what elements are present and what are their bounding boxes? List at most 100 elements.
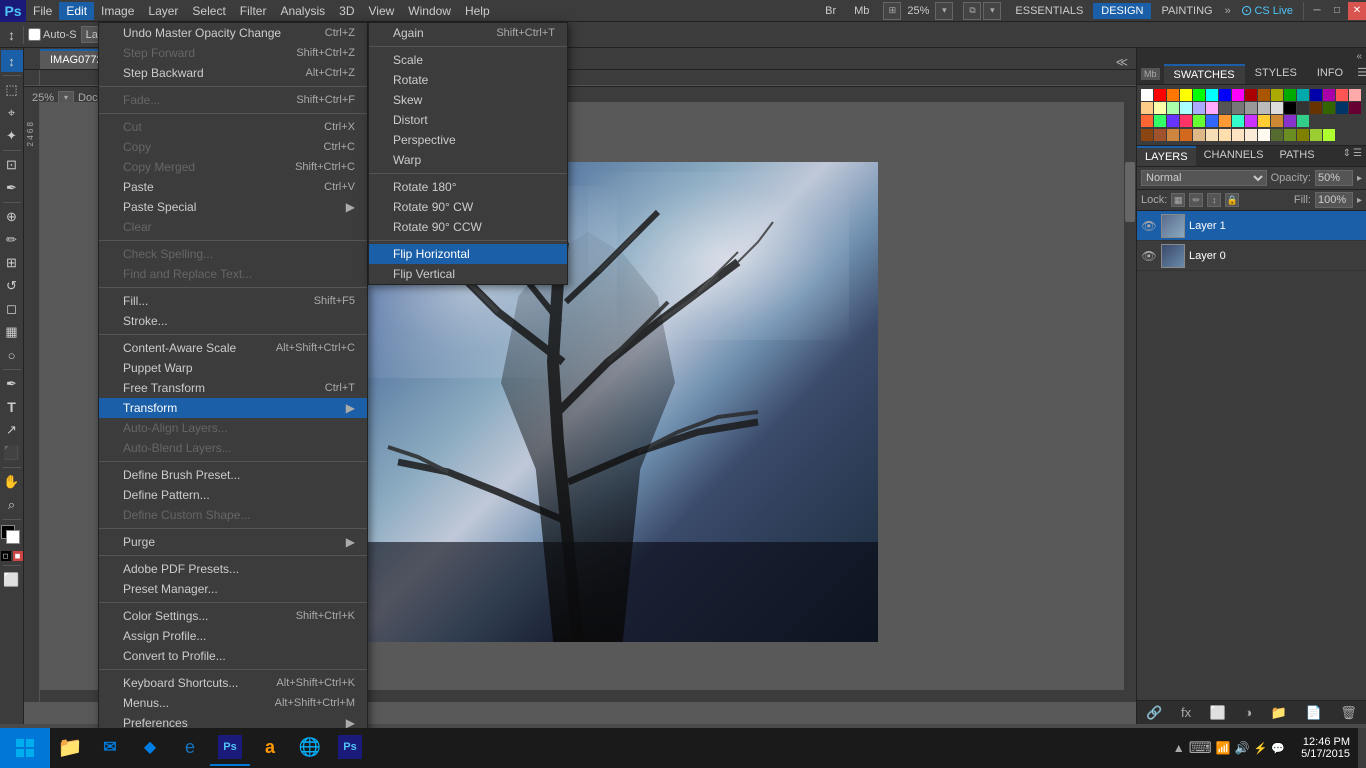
tool-move[interactable]: ↕: [1, 50, 23, 72]
menu-fill[interactable]: Fill... Shift+F5: [99, 291, 367, 311]
transform-flip-v[interactable]: Flip Vertical: [369, 264, 567, 284]
tab-layers[interactable]: LAYERS: [1137, 146, 1196, 166]
scrollbar-v-thumb[interactable]: [1125, 162, 1135, 222]
network-icon[interactable]: 📶: [1216, 741, 1231, 755]
tool-history[interactable]: ↺: [1, 275, 23, 297]
layer-adjustment-icon[interactable]: ◑: [1238, 703, 1258, 722]
menu-copy[interactable]: Copy Ctrl+C: [99, 137, 367, 157]
swatch-yellow-green[interactable]: [1310, 129, 1322, 141]
tray-arrow-icon[interactable]: ▲: [1173, 741, 1185, 755]
zoom-icon[interactable]: ▾: [935, 2, 953, 20]
swatch-peru[interactable]: [1167, 129, 1179, 141]
menu-content-aware[interactable]: Content-Aware Scale Alt+Shift+Ctrl+C: [99, 338, 367, 358]
tool-type[interactable]: T: [1, 396, 23, 418]
swatch-floral[interactable]: [1258, 129, 1270, 141]
menu-analysis[interactable]: Analysis: [273, 2, 332, 20]
panel-collapse-icon[interactable]: «: [1356, 51, 1362, 62]
layer-mask-icon[interactable]: ⬜: [1204, 703, 1232, 723]
swatch-pink[interactable]: [1349, 89, 1361, 101]
transform-perspective[interactable]: Perspective: [369, 130, 567, 150]
menu-purge[interactable]: Purge ▶: [99, 532, 367, 552]
scrollbar-vertical[interactable]: [1124, 102, 1136, 690]
layer-eye-1[interactable]: 👁: [1141, 218, 1157, 234]
menu-color-settings[interactable]: Color Settings... Shift+Ctrl+K: [99, 606, 367, 626]
menu-step-forward[interactable]: Step Forward Shift+Ctrl+Z: [99, 43, 367, 63]
tool-gradient[interactable]: ▦: [1, 321, 23, 343]
tab-paths[interactable]: PATHS: [1272, 146, 1323, 166]
menu-keyboard-shortcuts[interactable]: Keyboard Shortcuts... Alt+Shift+Ctrl+K: [99, 673, 367, 693]
arrange-icon[interactable]: ⧉: [963, 2, 981, 20]
swatch-gold[interactable]: [1219, 115, 1231, 127]
volume-icon[interactable]: 🔊: [1235, 741, 1250, 755]
menu-define-pattern[interactable]: Define Pattern...: [99, 485, 367, 505]
auto-select-checkbox[interactable]: [28, 28, 41, 41]
layers-panel-menu-icon[interactable]: ☰: [1353, 148, 1362, 164]
background-color[interactable]: [6, 530, 20, 544]
swatch-light-yellow[interactable]: [1154, 102, 1166, 114]
menu-convert-profile[interactable]: Convert to Profile...: [99, 646, 367, 666]
tool-path[interactable]: ↗: [1, 419, 23, 441]
swatch-aqua[interactable]: [1232, 115, 1244, 127]
menu-assign-profile[interactable]: Assign Profile...: [99, 626, 367, 646]
swatch-red[interactable]: [1154, 89, 1166, 101]
lock-all-icon[interactable]: 🔒: [1225, 193, 1239, 207]
swatch-light-cyan[interactable]: [1180, 102, 1192, 114]
swatch-peach[interactable]: [1141, 102, 1153, 114]
menu-clear[interactable]: Clear: [99, 217, 367, 237]
swatch-tan[interactable]: [1271, 115, 1283, 127]
action-center-icon[interactable]: 💬: [1271, 742, 1285, 755]
menu-preset-manager[interactable]: Preset Manager...: [99, 579, 367, 599]
swatch-rose[interactable]: [1180, 115, 1192, 127]
tool-eyedropper[interactable]: ✒: [1, 177, 23, 199]
swatch-dark-olive[interactable]: [1271, 129, 1283, 141]
menu-find-replace[interactable]: Find and Replace Text...: [99, 264, 367, 284]
opacity-arrow-icon[interactable]: ▸: [1357, 173, 1362, 184]
taskbar-explorer[interactable]: 📁: [50, 730, 90, 766]
tool-heal[interactable]: ⊕: [1, 206, 23, 228]
grid-icon[interactable]: ⊞: [883, 2, 901, 20]
tool-pen[interactable]: ✒: [1, 373, 23, 395]
swatch-navy[interactable]: [1336, 102, 1348, 114]
swatch-sienna[interactable]: [1154, 129, 1166, 141]
swatch-dark-green[interactable]: [1284, 89, 1296, 101]
tool-crop[interactable]: ⊡: [1, 154, 23, 176]
blend-mode-select[interactable]: Normal Dissolve Multiply Screen Overlay: [1141, 170, 1267, 186]
menu-file[interactable]: File: [26, 2, 59, 20]
swatch-mid-gray[interactable]: [1232, 102, 1244, 114]
transform-skew[interactable]: Skew: [369, 90, 567, 110]
cs-live-btn[interactable]: ⊙ CS Live: [1235, 2, 1299, 19]
menu-3d[interactable]: 3D: [332, 2, 361, 20]
layer-new-icon[interactable]: 📄: [1299, 703, 1327, 723]
swatch-violet[interactable]: [1167, 115, 1179, 127]
swatch-light-magenta[interactable]: [1206, 102, 1218, 114]
swatch-lime[interactable]: [1193, 115, 1205, 127]
menu-view[interactable]: View: [361, 2, 401, 20]
swatch-dark-red[interactable]: [1245, 89, 1257, 101]
lock-image-icon[interactable]: ✏: [1189, 193, 1203, 207]
essentials-btn[interactable]: ESSENTIALS: [1007, 3, 1091, 19]
fill-input[interactable]: [1315, 192, 1353, 208]
tool-wand[interactable]: ✦: [1, 125, 23, 147]
layer-fx-icon[interactable]: fx: [1175, 703, 1197, 722]
swatch-dark-gray[interactable]: [1297, 102, 1309, 114]
lock-transparent-icon[interactable]: ▦: [1171, 193, 1185, 207]
tab-channels[interactable]: CHANNELS: [1196, 146, 1272, 166]
menu-free-transform[interactable]: Free Transform Ctrl+T: [99, 378, 367, 398]
swatch-saddle-brown[interactable]: [1141, 129, 1153, 141]
menu-auto-blend[interactable]: Auto-Blend Layers...: [99, 438, 367, 458]
tool-stamp[interactable]: ⊞: [1, 252, 23, 274]
transform-scale[interactable]: Scale: [369, 50, 567, 70]
taskbar-amazon[interactable]: a: [250, 730, 290, 766]
screen-mode-icon[interactable]: ⬜: [1, 569, 23, 591]
taskbar-photoshop2[interactable]: Ps: [330, 730, 370, 766]
layer-item-0[interactable]: 👁 Layer 0: [1137, 241, 1366, 271]
swatch-light-green[interactable]: [1167, 102, 1179, 114]
menu-window[interactable]: Window: [401, 2, 458, 20]
tool-dodge[interactable]: ○: [1, 344, 23, 366]
design-btn[interactable]: DESIGN: [1093, 3, 1151, 19]
swatch-purple[interactable]: [1323, 89, 1335, 101]
swatch-lighter-gray[interactable]: [1258, 102, 1270, 114]
menu-undo[interactable]: Undo Master Opacity Change Ctrl+Z: [99, 23, 367, 43]
menu-define-brush[interactable]: Define Brush Preset...: [99, 465, 367, 485]
menu-define-shape[interactable]: Define Custom Shape...: [99, 505, 367, 525]
